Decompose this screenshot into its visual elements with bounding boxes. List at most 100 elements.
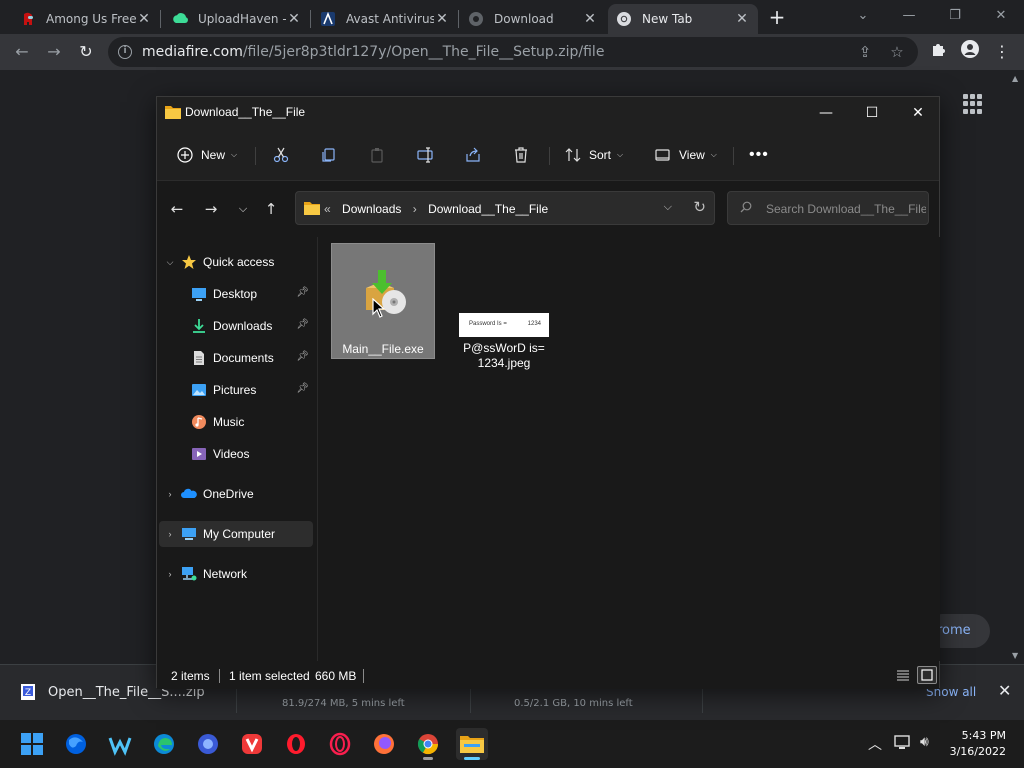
forward-arrow-icon[interactable]: → [42, 40, 66, 64]
taskbar-app-3[interactable] [148, 728, 180, 760]
nav-videos[interactable]: Videos [159, 441, 313, 467]
thumbnail-text: 1234 [527, 321, 541, 327]
taskbar-app-6[interactable] [280, 728, 312, 760]
close-button[interactable]: ✕ [978, 2, 1024, 30]
nav-quick-access[interactable]: ⌵ Quick access [159, 249, 313, 275]
taskbar-app-2[interactable] [104, 728, 136, 760]
close-tab-icon[interactable]: ✕ [434, 11, 450, 27]
nav-music[interactable]: Music [159, 409, 313, 435]
minimize-button[interactable]: — [803, 97, 849, 129]
close-tab-icon[interactable]: ✕ [136, 11, 152, 27]
back-arrow-icon[interactable]: ← [10, 40, 34, 64]
share-icon[interactable]: ⇪ [854, 41, 876, 63]
opera-icon [287, 734, 305, 754]
tab-search-icon[interactable]: ⌄ [840, 2, 886, 30]
tab-among-us[interactable]: Among Us Free ✕ [12, 4, 160, 34]
site-info-icon[interactable]: i [118, 45, 132, 59]
maximize-button[interactable]: ☐ [849, 97, 895, 129]
taskbar-app-7[interactable] [324, 728, 356, 760]
tab-new-tab[interactable]: New Tab ✕ [608, 4, 758, 34]
file-item-password-jpeg[interactable]: Password Is = 1234 P@ssWorD is= 1234.jpe… [451, 243, 555, 370]
restore-button[interactable]: ❐ [932, 2, 978, 30]
tab-avast[interactable]: Avast Antivirus ✕ [312, 4, 458, 34]
share-button[interactable] [465, 141, 481, 169]
close-tab-icon[interactable]: ✕ [582, 11, 598, 27]
start-button[interactable] [16, 728, 48, 760]
google-apps-icon[interactable] [963, 94, 983, 114]
chevron-collapsed-icon[interactable]: › [159, 489, 181, 499]
close-button[interactable]: ✕ [895, 97, 941, 129]
minimize-button[interactable]: — [886, 2, 932, 30]
waterfox-icon [108, 737, 132, 756]
scroll-down-icon[interactable]: ▼ [1012, 651, 1018, 660]
nav-pictures[interactable]: Pictures 📌︎ [159, 377, 313, 403]
bookmark-star-icon[interactable]: ☆ [886, 41, 908, 63]
new-button[interactable]: New ⌵ [177, 141, 237, 169]
show-hidden-icons-chevron[interactable]: ︿ [868, 734, 882, 754]
system-clock[interactable]: 5:43 PM 3/16/2022 [946, 728, 1006, 760]
taskbar-app-chrome[interactable] [412, 728, 444, 760]
taskbar-app-1[interactable] [60, 728, 92, 760]
nav-onedrive[interactable]: › OneDrive [159, 481, 313, 507]
large-icons-view-icon [921, 669, 933, 681]
search-box[interactable] [727, 191, 929, 225]
paste-icon [371, 148, 383, 163]
large-icons-view-button[interactable] [917, 666, 937, 684]
tab-title: Download [494, 12, 554, 26]
more-options-icon[interactable]: ••• [749, 141, 769, 169]
address-dropdown-chevron-icon[interactable]: ⌵ [664, 200, 672, 214]
extensions-puzzle-icon[interactable] [926, 40, 950, 64]
sort-button[interactable]: Sort ⌵ [565, 141, 623, 169]
close-downloads-bar-icon[interactable]: ✕ [998, 681, 1011, 700]
nav-documents[interactable]: Documents 📌︎ [159, 345, 313, 371]
nav-network[interactable]: › Network [159, 561, 313, 587]
recent-locations-chevron-icon[interactable]: ⌵ [231, 197, 255, 221]
tab-uploadhaven[interactable]: UploadHaven - ✕ [164, 4, 310, 34]
network-icon[interactable] [894, 734, 912, 754]
volume-icon[interactable]: 🔊︎ [920, 734, 929, 750]
copy-button[interactable] [321, 141, 337, 169]
taskbar-app-8[interactable] [368, 728, 400, 760]
profile-avatar-icon[interactable] [958, 40, 982, 64]
taskbar-app-5[interactable] [236, 728, 268, 760]
breadcrumb-chevron-icon[interactable]: › [413, 202, 417, 216]
chevron-collapsed-icon[interactable]: › [159, 529, 181, 539]
new-tab-button[interactable]: + [768, 6, 786, 28]
nav-downloads[interactable]: Downloads 📌︎ [159, 313, 313, 339]
page-scrollbar[interactable]: ▲ ▼ [1008, 70, 1024, 664]
taskbar-app-file-explorer[interactable] [456, 728, 488, 760]
chevron-expanded-icon[interactable]: ⌵ [159, 257, 181, 268]
url-text[interactable]: mediafire.com/file/5jer8p3tldr127y/Open_… [142, 44, 604, 60]
breadcrumb-overflow[interactable]: « [324, 202, 331, 216]
omnibox[interactable]: i mediafire.com/file/5jer8p3tldr127y/Ope… [108, 37, 918, 67]
close-tab-icon[interactable]: ✕ [286, 11, 302, 27]
nav-desktop[interactable]: Desktop 📌︎ [159, 281, 313, 307]
scroll-up-icon[interactable]: ▲ [1012, 74, 1018, 83]
toolbar-divider [549, 147, 550, 165]
address-bar[interactable]: « Downloads › Download__The__File ⌵ ↻ [295, 191, 715, 225]
taskbar-app-4[interactable] [192, 728, 224, 760]
breadcrumb-downloads[interactable]: Downloads [342, 202, 401, 216]
chevron-down-icon: ⌵ [617, 150, 624, 159]
sort-label: Sort [589, 148, 612, 162]
rename-button[interactable] [417, 141, 435, 169]
menu-kebab-icon[interactable]: ⋮ [990, 40, 1014, 64]
paste-button[interactable] [369, 141, 385, 169]
cut-button[interactable] [273, 141, 289, 169]
chevron-collapsed-icon[interactable]: › [159, 569, 181, 579]
refresh-icon[interactable]: ↻ [693, 198, 706, 216]
delete-button[interactable] [513, 141, 529, 169]
reload-icon[interactable]: ↻ [74, 40, 98, 64]
breadcrumb-current-folder[interactable]: Download__The__File [428, 202, 548, 216]
nav-my-computer[interactable]: › My Computer [159, 521, 313, 547]
pin-icon: 📌︎ [296, 383, 309, 394]
details-view-button[interactable] [893, 666, 913, 684]
tab-download[interactable]: Download ✕ [460, 4, 606, 34]
back-arrow-icon[interactable]: ← [165, 197, 189, 221]
forward-arrow-icon[interactable]: → [199, 197, 223, 221]
close-tab-icon[interactable]: ✕ [734, 11, 750, 27]
search-input[interactable] [766, 199, 926, 219]
up-arrow-icon[interactable]: ↑ [259, 197, 283, 221]
explorer-title-bar[interactable]: Download__The__File — ☐ ✕ [157, 97, 939, 129]
view-button[interactable]: View ⌵ [655, 141, 717, 169]
